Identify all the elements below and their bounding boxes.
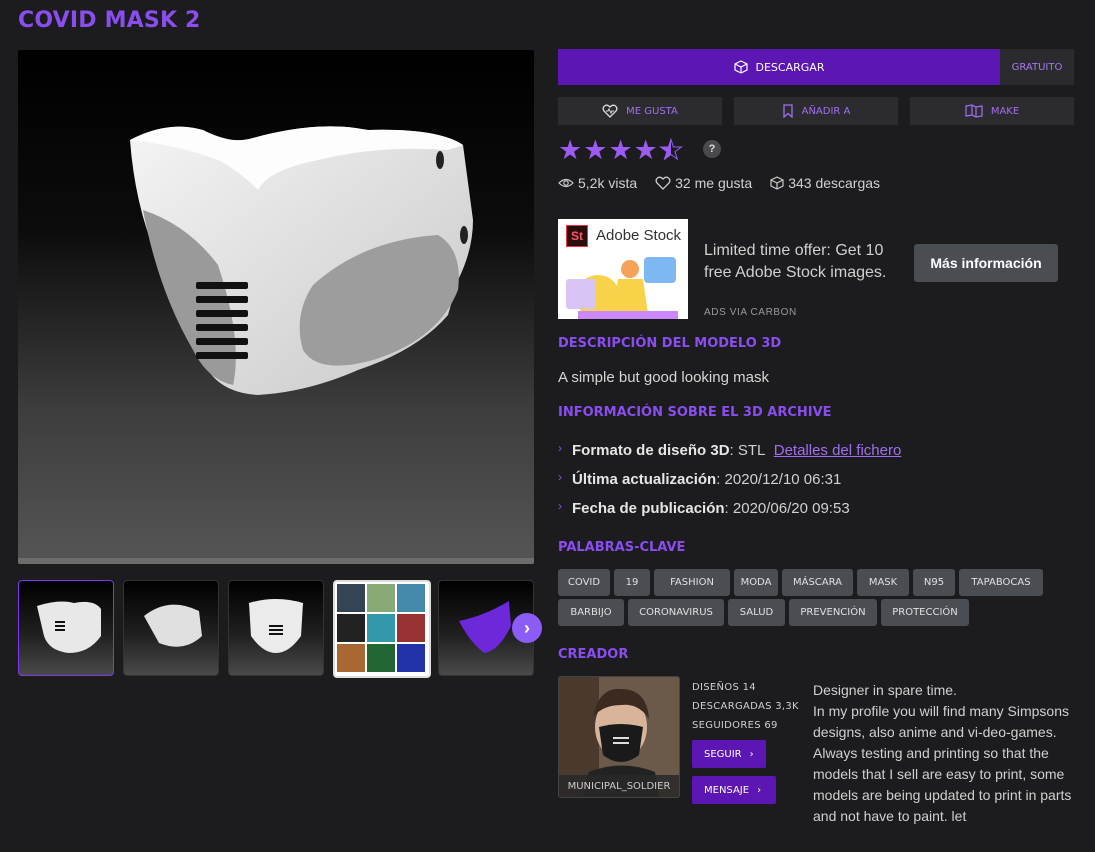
page-title: COVID MASK 2 [18,8,201,33]
format-label: Formato de diseño 3D [572,442,730,459]
star-icon: ★ [558,135,583,165]
likes-count: 32 me gusta [675,175,753,191]
bookmark-icon [782,104,793,118]
tag[interactable]: BARBIJO [558,599,624,626]
chevron-right-icon: › [749,748,754,760]
heart-icon [602,104,618,118]
make-label: MAKE [990,105,1020,117]
views-stat: 5,2k vista [558,175,637,191]
creator-downloads: DESCARGADAS 3,3K [692,701,799,712]
tag[interactable]: MÁSCARA [782,569,853,596]
download-bar: DESCARGAR GRATUITO [558,49,1074,85]
add-to-button[interactable]: AÑADIR A [734,97,898,125]
views-count: 5,2k vista [578,175,638,191]
updated-row: › Última actualización: 2020/12/10 06:31 [558,470,842,488]
description-heading: DESCRIPCIÓN DEL MODELO 3D [558,336,782,351]
updated-label: Última actualización [572,471,717,488]
tag[interactable]: N95 [913,569,955,596]
tag[interactable]: TAPABOCAS [959,569,1043,596]
thumbnail-2[interactable] [123,580,219,676]
tag[interactable]: SALUD [728,599,785,626]
thumbnail-3[interactable] [228,580,324,676]
mask-render [130,126,473,395]
creator-heading: CREADOR [558,647,629,662]
make-icon [965,104,983,118]
follow-label: SEGUIR [704,748,742,760]
published-label: Fecha de publicación [572,500,725,517]
tag[interactable]: 19 [614,569,650,596]
ad-image[interactable]: St Adobe Stock [558,219,688,319]
chevron-right-icon: › [757,784,762,796]
format-row: › Formato de diseño 3D: STL Detalles del … [558,441,902,459]
info-heading: INFORMACIÓN SOBRE EL 3D ARCHIVE [558,405,832,420]
star-icon: ★ [583,135,608,165]
cube-icon [770,176,784,190]
thumbnail-4[interactable] [333,580,431,678]
downloads-count: 343 descargas [788,175,881,191]
ad-via-link[interactable]: ADS VIA CARBON [704,307,797,318]
like-button[interactable]: ME GUSTA [558,97,722,125]
model-preview[interactable] [18,50,534,564]
make-button[interactable]: MAKE [910,97,1074,125]
chevron-right-icon: › [558,470,562,484]
published-row: › Fecha de publicación: 2020/06/20 09:53 [558,499,850,517]
message-button[interactable]: MENSAJE › [692,776,776,804]
tag[interactable]: FASHION [654,569,730,596]
tag[interactable]: COVID [558,569,610,596]
tag[interactable]: MODA [734,569,778,596]
next-thumbnails-button[interactable]: › [512,613,542,643]
cube-icon [733,60,748,74]
star-icon: ★ [608,135,633,165]
creator-designs: DISEÑOS 14 [692,682,756,693]
ad-text[interactable]: Limited time offer: Get 10 free Adobe St… [704,240,904,284]
tag[interactable]: MASK [857,569,909,596]
add-to-label: AÑADIR A [801,105,851,117]
creator-name: MUNICIPAL_SOLDIER [559,775,679,797]
description-text: A simple but good looking mask [558,369,769,386]
thumbnail-strip: › [18,580,542,678]
likes-stat: 32 me gusta [655,175,752,191]
tag[interactable]: CORONAVIRUS [628,599,724,626]
rating-stars[interactable]: ★ ★ ★ ★ ★ [558,135,684,165]
price-label: GRATUITO [1000,49,1074,85]
more-info-button[interactable]: Más información [914,244,1058,282]
download-button[interactable]: DESCARGAR [558,49,1000,85]
download-label: DESCARGAR [755,60,825,74]
message-label: MENSAJE [704,784,750,796]
chevron-right-icon: › [558,499,562,513]
published-value: : 2020/06/20 09:53 [724,500,850,517]
keywords-heading: PALABRAS-CLAVE [558,540,686,555]
viewer-progress-bar [18,558,534,564]
eye-icon [558,178,574,188]
file-details-link[interactable]: Detalles del fichero [774,442,902,459]
creator-avatar-card[interactable]: MUNICIPAL_SOLDIER [558,676,680,798]
tag[interactable]: PREVENCIÓN [789,599,877,626]
heart-icon [655,176,671,190]
like-label: ME GUSTA [626,105,678,117]
creator-followers: SEGUIDORES 69 [692,720,778,731]
updated-value: : 2020/12/10 06:31 [716,471,842,488]
star-icon: ★ [633,135,658,165]
format-value: : STL [729,442,766,459]
follow-button[interactable]: SEGUIR › [692,740,766,768]
rating-help-icon[interactable]: ? [703,140,721,158]
chevron-right-icon: › [558,441,562,455]
downloads-stat: 343 descargas [770,175,880,191]
thumbnail-1[interactable] [18,580,114,676]
model-stats: 5,2k vista 32 me gusta 343 descargas [558,175,880,191]
half-star-icon: ★ [658,135,684,165]
ad-illustration [566,257,678,319]
creator-bio: Designer in spare time. In my profile yo… [813,682,1072,824]
tag[interactable]: PROTECCIÓN [881,599,969,626]
